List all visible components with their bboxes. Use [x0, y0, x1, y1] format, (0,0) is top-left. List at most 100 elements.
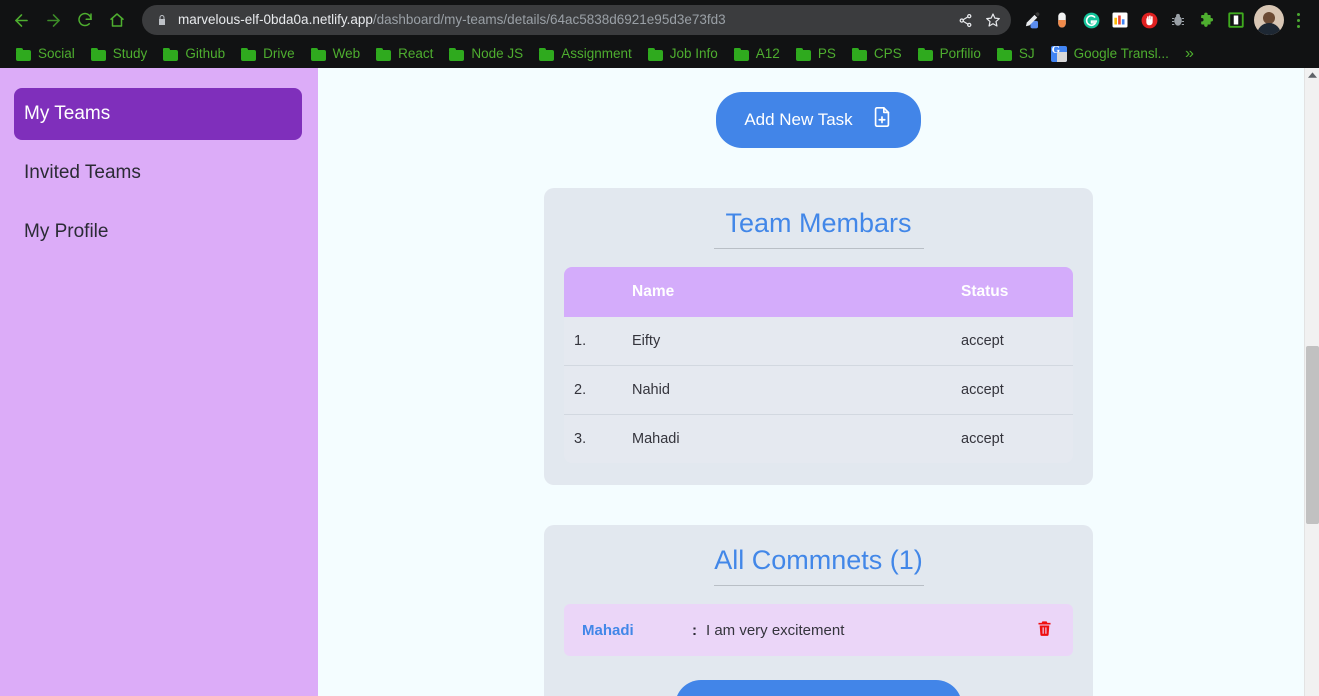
add-comment-row: Add New Comment pppp [564, 680, 1073, 696]
bookmark-github[interactable]: Github [155, 43, 233, 65]
folder-icon [449, 47, 465, 61]
bookmark-sj[interactable]: SJ [989, 43, 1043, 65]
table-body: 1. Eifty accept 2. Nahid accept 3. Mahad… [564, 317, 1073, 463]
folder-icon [795, 47, 811, 61]
folder-icon [163, 47, 179, 61]
page-scrollbar[interactable] [1304, 68, 1319, 696]
row-index: 3. [564, 414, 622, 463]
eyedropper-extension-icon[interactable] [1019, 6, 1047, 34]
bookmark-label: Assignment [561, 46, 632, 61]
column-header-index [564, 267, 622, 317]
bookmark-label: Study [112, 46, 148, 61]
bug-extension-icon[interactable] [1164, 6, 1192, 34]
grammarly-extension-icon[interactable] [1077, 6, 1105, 34]
pill-extension-icon[interactable] [1048, 6, 1076, 34]
bookmark-react[interactable]: React [368, 43, 441, 65]
comment-item: Mahadi : I am very excitement [564, 604, 1073, 656]
bookmark-label: Node JS [471, 46, 524, 61]
folder-icon [376, 47, 392, 61]
add-new-task-button[interactable]: Add New Task [716, 92, 921, 148]
team-members-table: Name Status 1. Eifty accept 2. Nahid acc… [564, 267, 1073, 463]
sidebar-item-my-teams[interactable]: My Teams [14, 88, 302, 140]
add-new-task-label: Add New Task [744, 110, 853, 129]
home-icon[interactable] [102, 5, 132, 35]
folder-icon [241, 47, 257, 61]
bookmark-label: Github [185, 46, 226, 61]
bookmark-assignment[interactable]: Assignment [531, 43, 640, 65]
url-path: /dashboard/my-teams/details/64ac5838d692… [372, 12, 726, 27]
row-index: 1. [574, 333, 587, 349]
bookmark-node-js[interactable]: Node JS [441, 43, 531, 65]
folder-icon [90, 47, 106, 61]
forward-arrow-icon[interactable] [38, 5, 68, 35]
title-divider [713, 585, 924, 586]
adblock-extension-icon[interactable] [1135, 6, 1163, 34]
bookmark-porfilio[interactable]: Porfilio [910, 43, 989, 65]
add-new-comment-button[interactable]: Add New Comment pppp [675, 680, 962, 696]
comment-separator: : [692, 621, 697, 639]
scrollbar-thumb[interactable] [1306, 346, 1319, 524]
bookmark-label: Google Transl... [1073, 46, 1169, 61]
bookmarks-overflow-icon[interactable]: » [1177, 46, 1202, 62]
reload-icon[interactable] [70, 5, 100, 35]
row-status: accept [961, 333, 1004, 349]
google-translate-icon [1050, 46, 1067, 62]
avatar-body [1257, 23, 1281, 35]
share-icon[interactable] [951, 6, 979, 34]
team-members-card: Team Membars Name Status 1. Eifty accept [544, 188, 1093, 485]
sidebar-item-my-profile[interactable]: My Profile [14, 206, 302, 258]
profile-avatar[interactable] [1254, 5, 1284, 35]
column-header-status: Status [961, 283, 1009, 300]
row-index: 2. [564, 365, 622, 415]
chrome-menu-icon[interactable] [1285, 5, 1311, 35]
file-add-icon [871, 106, 893, 134]
bookmark-ps[interactable]: PS [788, 43, 844, 65]
comments-card: All Commnets (1) Mahadi : I am very exci… [544, 525, 1093, 696]
bookmark-study[interactable]: Study [83, 43, 156, 65]
bookmark-label: SJ [1018, 46, 1035, 61]
address-bar[interactable]: marvelous-elf-0bda0a.netlify.app/dashboa… [142, 5, 1011, 35]
delete-comment-button[interactable] [1033, 619, 1055, 641]
row-name: Mahadi [622, 414, 953, 463]
bookmark-social[interactable]: Social [8, 43, 83, 65]
bookmark-drive[interactable]: Drive [233, 43, 303, 65]
row-status: accept [953, 414, 1073, 463]
browser-chrome: marvelous-elf-0bda0a.netlify.app/dashboa… [0, 0, 1319, 68]
lock-icon [156, 13, 168, 27]
folder-icon [733, 47, 749, 61]
table-row[interactable]: 3. Mahadi accept [564, 414, 1073, 463]
folder-icon [996, 47, 1012, 61]
bookmark-web[interactable]: Web [303, 43, 369, 65]
colorful-extension-icon[interactable] [1106, 6, 1134, 34]
sidebar-item-invited-teams[interactable]: Invited Teams [14, 147, 302, 199]
bookmark-label: Job Info [669, 46, 718, 61]
scroll-up-arrow-icon[interactable] [1305, 69, 1319, 81]
bookmark-label: CPS [873, 46, 902, 61]
bookmark-job-info[interactable]: Job Info [640, 43, 726, 65]
square-extension-icon[interactable] [1222, 6, 1250, 34]
title-divider [713, 248, 924, 249]
bookmark-cps[interactable]: CPS [844, 43, 910, 65]
table-row[interactable]: 1. Eifty accept [564, 317, 1073, 366]
bookmarks-bar: Social Study Github Drive Web React Node… [0, 40, 1319, 68]
row-status: accept [953, 365, 1073, 415]
bookmark-label: Social [38, 46, 75, 61]
column-header-name: Name [632, 283, 675, 300]
bookmark-a12[interactable]: A12 [726, 43, 788, 65]
page-body: My Teams Invited Teams My Profile Add Ne… [0, 68, 1319, 696]
team-members-title: Team Membars [725, 208, 912, 238]
folder-icon [917, 47, 933, 61]
puzzle-extensions-icon[interactable] [1193, 6, 1221, 34]
sidebar: My Teams Invited Teams My Profile [0, 68, 318, 696]
bookmark-label: Web [332, 46, 361, 61]
back-arrow-icon[interactable] [6, 5, 36, 35]
star-icon[interactable] [979, 6, 1007, 34]
row-name: Nahid [622, 365, 953, 415]
table-row[interactable]: 2. Nahid accept [564, 365, 1073, 415]
folder-icon [310, 47, 326, 61]
table-head: Name Status [564, 267, 1073, 317]
comments-title: All Commnets (1) [714, 545, 923, 575]
bookmark-google-translate[interactable]: Google Transl... [1043, 43, 1177, 65]
add-task-row: Add New Task [318, 92, 1319, 148]
bookmark-label: A12 [755, 46, 780, 61]
